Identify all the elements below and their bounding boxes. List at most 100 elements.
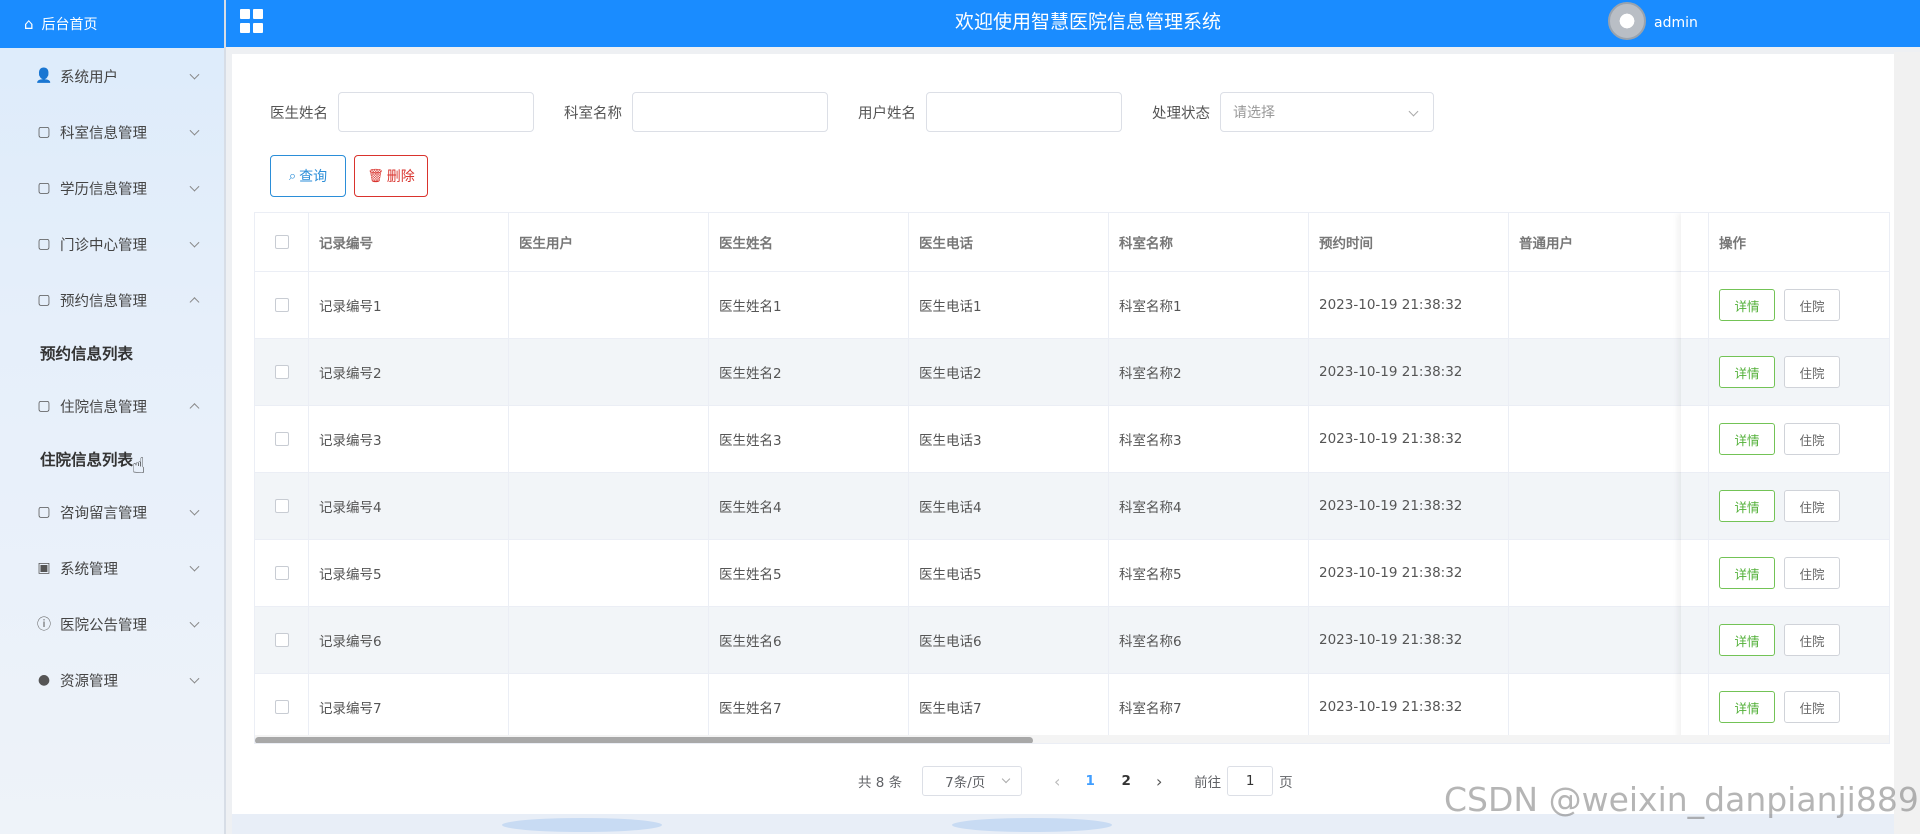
top-header: 欢迎使用智慧医院信息管理系统 admin <box>226 0 1920 47</box>
decorative-wave <box>502 818 662 832</box>
table-row[interactable]: 记录编号7 医生姓名7 医生电话7 科室名称7 2023-10-19 21:38:32 详… <box>255 674 1889 741</box>
table-row[interactable]: 记录编号5 医生姓名5 医生电话5 科室名称5 2023-10-19 21:38:32 详… <box>255 540 1889 607</box>
horizontal-scrollbar[interactable] <box>255 735 1889 743</box>
row-checkbox-cell <box>255 406 309 472</box>
table-cell: 医生电话2 <box>909 339 1109 405</box>
table-cell <box>1509 674 1709 740</box>
col-header[interactable]: 医生用户 <box>509 213 709 271</box>
row-checkbox-cell <box>255 339 309 405</box>
table-cell: 医生电话6 <box>909 607 1109 673</box>
table-cell: 2023-10-19 21:38:32 <box>1309 406 1509 472</box>
table-cell <box>1509 339 1709 405</box>
chevron-down-icon <box>189 617 200 628</box>
table-row[interactable]: 记录编号4 医生姓名4 医生电话4 科室名称4 2023-10-19 21:38:32 详… <box>255 473 1889 540</box>
row-checkbox[interactable] <box>274 700 289 714</box>
decorative-wave <box>952 818 1112 832</box>
row-checkbox[interactable] <box>274 566 289 580</box>
sidebar: ⌂ 后台首页 👤 系统用户 ▢ 科室信息管理 ▢ 学历信息管理 ▢ 门诊中心管理… <box>0 0 226 834</box>
col-header[interactable]: 医生姓名 <box>709 213 909 271</box>
dept-name-input[interactable] <box>632 92 828 132</box>
table-cell: 科室名称3 <box>1109 406 1309 472</box>
table-cell <box>1509 540 1709 606</box>
table-cell: 医生电话1 <box>909 272 1109 338</box>
table-cell <box>1509 473 1709 539</box>
table-cell: 医生电话5 <box>909 540 1109 606</box>
sidebar-item-system-management[interactable]: ▣ 系统管理 <box>0 540 224 596</box>
prev-page-icon[interactable]: ‹ <box>1042 772 1072 791</box>
sidebar-item-label: 科室信息管理 <box>60 125 147 142</box>
sidebar-item-label: 门诊中心管理 <box>60 237 147 254</box>
row-checkbox[interactable] <box>274 432 289 446</box>
table-row[interactable]: 记录编号6 医生姓名6 医生电话6 科室名称6 2023-10-19 21:38:32 详… <box>255 607 1889 674</box>
sidebar-item-consultation[interactable]: ▢ 咨询留言管理 <box>0 484 224 540</box>
scrollbar-thumb[interactable] <box>255 737 1033 743</box>
sidebar-subitem-appointment-list[interactable]: 预约信息列表 <box>0 328 224 378</box>
table-cell: 2023-10-19 21:38:32 <box>1309 674 1509 740</box>
table-cell: 医生姓名6 <box>709 607 909 673</box>
row-checkbox[interactable] <box>274 298 289 312</box>
doctor-name-input[interactable] <box>338 92 534 132</box>
table-cell: 记录编号5 <box>309 540 509 606</box>
table-cell: 医生电话3 <box>909 406 1109 472</box>
table-row[interactable]: 记录编号1 医生姓名1 医生电话1 科室名称1 2023-10-19 21:38:32 详… <box>255 272 1889 339</box>
table-cell <box>1509 272 1709 338</box>
sidebar-item-appointments[interactable]: ▢ 预约信息管理 <box>0 272 224 328</box>
user-name-input[interactable] <box>926 92 1122 132</box>
page-suffix: 页 <box>1279 775 1293 791</box>
col-header[interactable]: 普通用户 <box>1509 213 1709 271</box>
vertical-scrollbar[interactable] <box>1894 52 1920 834</box>
status-select[interactable]: 请选择 <box>1220 92 1434 132</box>
main-panel: 医生姓名 科室名称 用户姓名 处理状态 请选择 ⌕ 查询 🗑 删除 记录编号 医… <box>232 54 1894 814</box>
row-checkbox[interactable] <box>274 633 289 647</box>
chevron-down-icon <box>189 237 200 248</box>
table-cell <box>1509 406 1709 472</box>
sidebar-item-hospitalization[interactable]: ▢ 住院信息管理 <box>0 378 224 434</box>
folder-icon: ▢ <box>37 180 51 196</box>
table-cell: 医生电话4 <box>909 473 1109 539</box>
table-cell <box>509 607 709 673</box>
sidebar-subitem-hospitalization-list[interactable]: 住院信息列表 <box>0 434 224 484</box>
delete-button[interactable]: 🗑 删除 <box>354 155 428 197</box>
username[interactable]: admin <box>1654 0 1698 46</box>
query-button-label: 查询 <box>299 169 328 185</box>
goto-page-input[interactable]: 1 <box>1227 766 1274 796</box>
sidebar-item-departments[interactable]: ▢ 科室信息管理 <box>0 104 224 160</box>
col-header[interactable]: 预约时间 <box>1309 213 1509 271</box>
avatar[interactable] <box>1608 2 1646 40</box>
sidebar-item-label: 学历信息管理 <box>60 181 147 198</box>
table-cell: 记录编号7 <box>309 674 509 740</box>
user-icon: 👤 <box>35 68 53 84</box>
chevron-down-icon <box>189 125 200 136</box>
sidebar-item-system-users[interactable]: 👤 系统用户 <box>0 48 224 104</box>
sidebar-item-outpatient[interactable]: ▢ 门诊中心管理 <box>0 216 224 272</box>
dept-name-label: 科室名称 <box>564 105 622 122</box>
page-number[interactable]: 1 <box>1072 773 1108 789</box>
table-cell: 医生姓名3 <box>709 406 909 472</box>
sidebar-item-announcements[interactable]: ⓘ 医院公告管理 <box>0 596 224 652</box>
query-button[interactable]: ⌕ 查询 <box>270 155 346 197</box>
table-row[interactable]: 记录编号3 医生姓名3 医生电话3 科室名称3 2023-10-19 21:38:32 详… <box>255 406 1889 473</box>
sidebar-item-education[interactable]: ▢ 学历信息管理 <box>0 160 224 216</box>
fixed-actions-shadow <box>1681 213 1889 743</box>
pagination-total: 共 8 条 <box>858 775 903 791</box>
col-header[interactable]: 记录编号 <box>309 213 509 271</box>
table-cell: 2023-10-19 21:38:32 <box>1309 272 1509 338</box>
sidebar-item-label: 系统用户 <box>60 69 118 86</box>
page-size-select[interactable]: 7条/页 <box>922 766 1023 796</box>
sidebar-home[interactable]: ⌂ 后台首页 <box>0 0 224 48</box>
row-checkbox[interactable] <box>274 365 289 379</box>
table-row[interactable]: 记录编号2 医生姓名2 医生电话2 科室名称2 2023-10-19 21:38:32 详… <box>255 339 1889 406</box>
col-header[interactable]: 科室名称 <box>1109 213 1309 271</box>
sidebar-item-resources[interactable]: ● 资源管理 <box>0 652 224 708</box>
page-number[interactable]: 2 <box>1108 773 1144 789</box>
row-checkbox[interactable] <box>274 499 289 513</box>
select-all-checkbox[interactable] <box>274 235 289 249</box>
row-checkbox-cell <box>255 674 309 740</box>
chevron-down-icon <box>189 561 200 572</box>
col-header[interactable]: 医生电话 <box>909 213 1109 271</box>
table-cell: 记录编号3 <box>309 406 509 472</box>
table-cell <box>509 674 709 740</box>
table-cell <box>509 406 709 472</box>
sidebar-item-label: 系统管理 <box>60 561 118 578</box>
next-page-icon[interactable]: › <box>1144 772 1174 791</box>
